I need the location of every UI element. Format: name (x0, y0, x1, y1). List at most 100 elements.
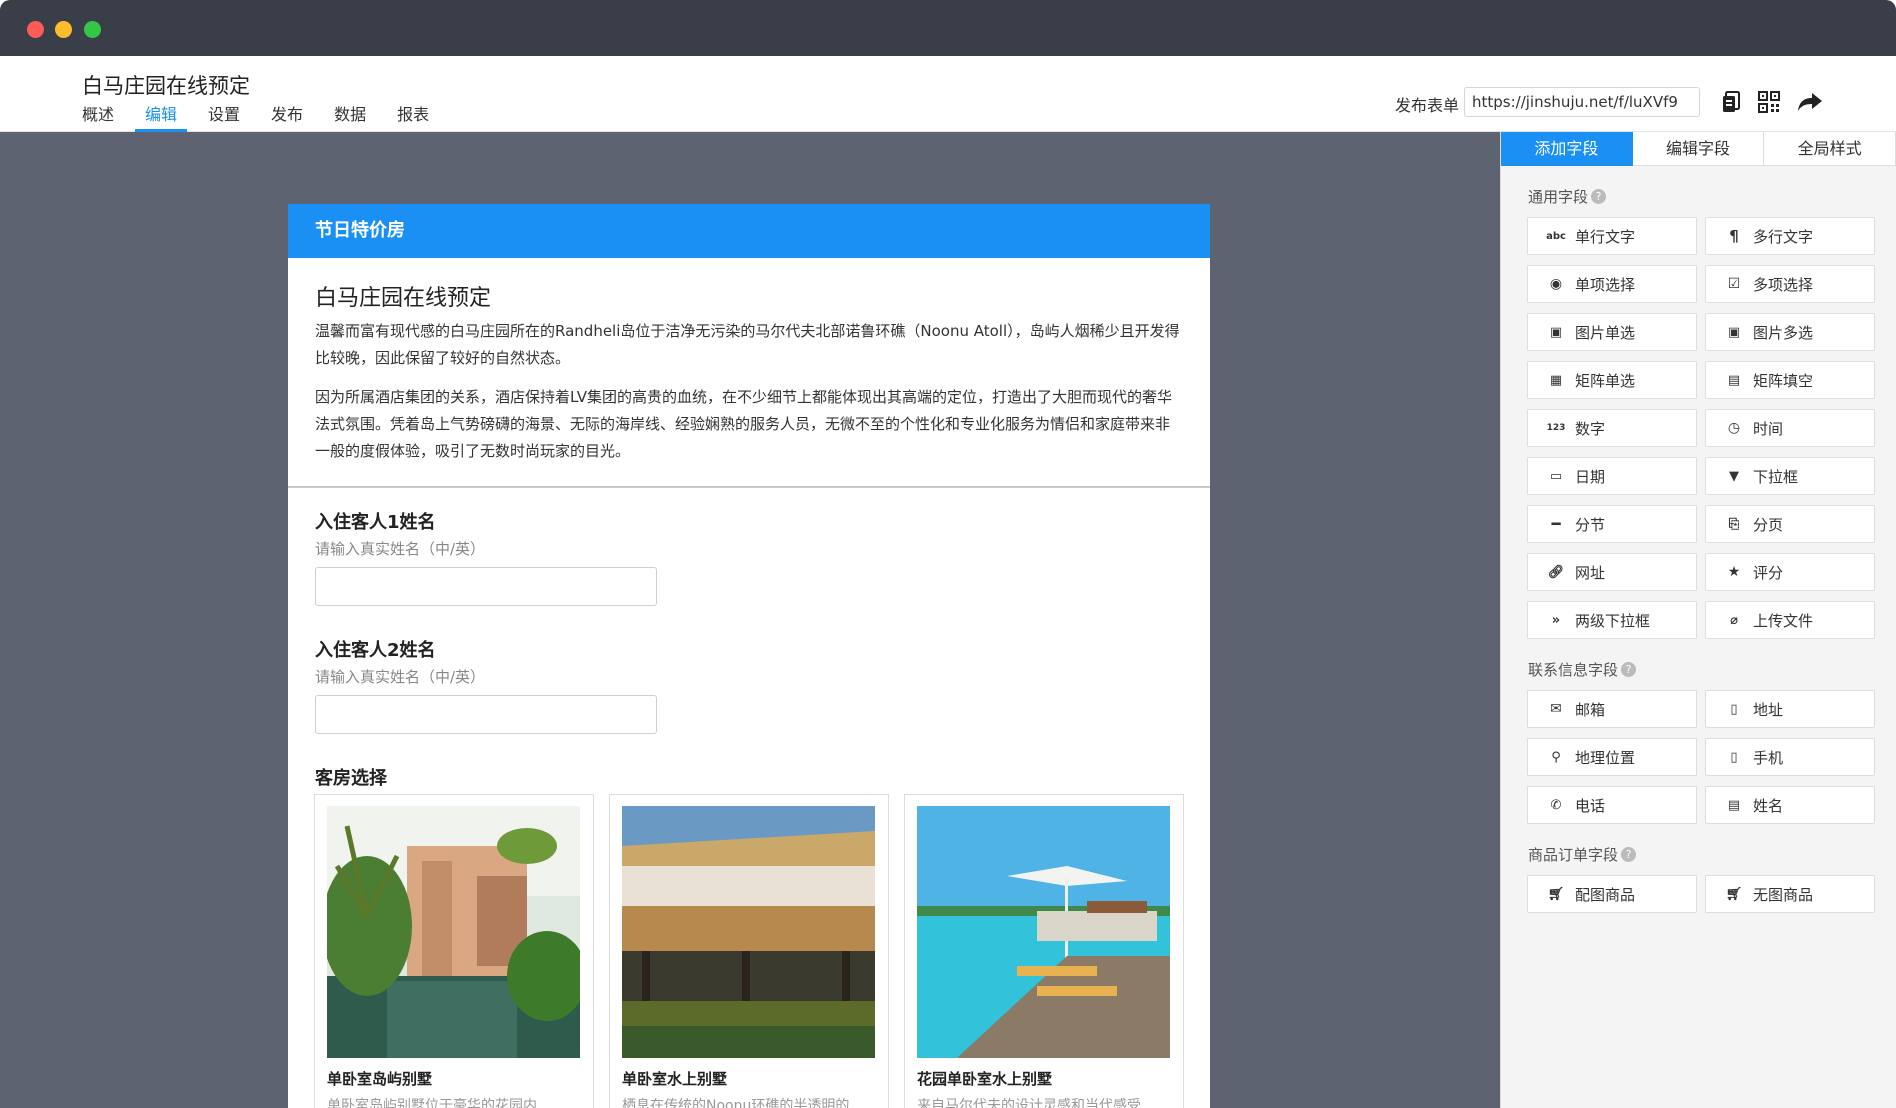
field-button-number[interactable]: 123 数字 (1527, 409, 1697, 447)
form-divider (288, 486, 1210, 488)
field-button-single-line-text[interactable]: abc 单行文字 (1527, 217, 1697, 255)
room-photo-garden-water-villa (917, 806, 1170, 1058)
minimize-window-button[interactable] (55, 21, 72, 38)
nav-overview[interactable]: 概述 (82, 104, 114, 132)
field-button-mobile[interactable]: ▯ 手机 (1705, 738, 1875, 776)
field-button-multi-choice[interactable]: ☑ 多项选择 (1705, 265, 1875, 303)
share-icon[interactable] (1797, 90, 1822, 114)
field-button-multi-line-text[interactable]: ¶ 多行文字 (1705, 217, 1875, 255)
nav-data[interactable]: 数据 (334, 104, 366, 132)
field-button-label: 无图商品 (1753, 885, 1814, 904)
field-button-time[interactable]: ◷ 时间 (1705, 409, 1875, 447)
maximize-window-button[interactable] (84, 21, 101, 38)
field-button-matrix-single[interactable]: ▦ 矩阵单选 (1527, 361, 1697, 399)
help-icon[interactable]: ? (1621, 847, 1637, 862)
room-description: 单卧室岛屿别墅位于豪华的花园内 (327, 1098, 537, 1108)
field-button-label: 地理位置 (1575, 748, 1636, 767)
tab-global-style[interactable]: 全局样式 (1764, 132, 1896, 166)
contact-fields-grid: ✉ 邮箱 ▯ 地址 ⚲ 地理位置 ▯ 手机 ✆ 电话 ▤ 姓名 (1527, 690, 1896, 824)
field-button-phone[interactable]: ✆ 电话 (1527, 786, 1697, 824)
page-break-icon: ⎘ (1728, 516, 1740, 532)
main-nav: 概述 编辑 设置 发布 数据 报表 (82, 104, 460, 132)
field-button-location[interactable]: ⚲ 地理位置 (1527, 738, 1697, 776)
paperclip-icon: ⌀ (1730, 612, 1738, 628)
field-label: 客房选择 (315, 768, 387, 789)
room-description: 栖息在传统的Noonu环礁的半透明的 (622, 1098, 850, 1108)
section-label: 联系信息字段 (1528, 661, 1619, 679)
envelope-icon: ✉ (1550, 701, 1562, 717)
close-window-button[interactable] (27, 21, 44, 38)
tab-add-field[interactable]: 添加字段 (1501, 132, 1633, 166)
field-button-date[interactable]: ▭ 日期 (1527, 457, 1697, 495)
tab-edit-field[interactable]: 编辑字段 (1632, 132, 1765, 166)
field-button-label: 矩阵单选 (1575, 371, 1636, 390)
field-button-url[interactable]: 🔗︎ 网址 (1527, 553, 1697, 591)
cart-plain-icon: 🛒︎ (1725, 886, 1743, 902)
help-icon[interactable]: ? (1621, 662, 1637, 677)
field-button-section[interactable]: ━ 分节 (1527, 505, 1697, 543)
field-button-label: 日期 (1575, 467, 1606, 486)
field-button-label: 评分 (1753, 563, 1784, 582)
abc-icon: abc (1546, 230, 1566, 242)
form-description-1: 温馨而富有现代感的白马庄园所在的Randheli岛位于洁净无污染的马尔代夫北部诺… (315, 322, 1180, 367)
guest1-name-input[interactable] (315, 567, 657, 606)
form-description-2: 因为所属酒店集团的关系，酒店保持着LV集团的高贵的血统，在不少细节上都能体现出其… (315, 388, 1172, 460)
room-option[interactable]: 花园单卧室水上别墅 来自马尔代夫的设计灵感和当代感受 (904, 794, 1184, 1108)
sidebar-tabs: 添加字段 编辑字段 全局样式 (1501, 132, 1896, 166)
guest2-name-field: 入住客人2姓名 请输入真实姓名（中/英） (315, 636, 657, 734)
field-button-label: 网址 (1575, 563, 1606, 582)
app-header: 白马庄园在线预定 概述 编辑 设置 发布 数据 报表 发布表单 https://… (0, 56, 1896, 132)
field-button-label: 两级下拉框 (1575, 611, 1651, 630)
field-button-address[interactable]: ▯ 地址 (1705, 690, 1875, 728)
radio-icon: ◉ (1549, 276, 1563, 292)
field-button-label: 电话 (1575, 796, 1606, 815)
section-label: 通用字段 (1528, 188, 1589, 206)
field-button-image-multi[interactable]: ▣ 图片多选 (1705, 313, 1875, 351)
room-option[interactable]: 单卧室水上别墅 栖息在传统的Noonu环礁的半透明的 (609, 794, 889, 1108)
qrcode-icon[interactable] (1757, 90, 1781, 114)
field-button-label: 下拉框 (1753, 467, 1799, 486)
help-icon[interactable]: ? (1591, 189, 1607, 204)
room-option[interactable]: 单卧室岛屿别墅 单卧室岛屿别墅位于豪华的花园内 (314, 794, 594, 1108)
field-button-product-with-image[interactable]: 🛒︎ 配图商品 (1527, 875, 1697, 913)
field-button-single-choice[interactable]: ◉ 单项选择 (1527, 265, 1697, 303)
nav-reports[interactable]: 报表 (397, 104, 429, 132)
field-button-page-break[interactable]: ⎘ 分页 (1705, 505, 1875, 543)
field-button-label: 多项选择 (1753, 275, 1814, 294)
star-icon: ★ (1727, 564, 1741, 580)
field-button-upload[interactable]: ⌀ 上传文件 (1705, 601, 1875, 639)
cart-icon: 🛒︎ (1547, 886, 1565, 902)
publish-form-label: 发布表单 (1395, 96, 1460, 115)
calendar-icon: ▭ (1549, 468, 1563, 484)
form-canvas: 节日特价房 白马庄园在线预定 温馨而富有现代感的白马庄园所在的Randheli岛… (0, 132, 1500, 1108)
guest2-name-input[interactable] (315, 695, 657, 734)
publish-url-field[interactable]: https://jinshuju.net/f/luXVf9 (1464, 87, 1700, 117)
matrix-fill-icon: ▤ (1727, 372, 1741, 388)
nav-edit[interactable]: 编辑 (135, 104, 188, 132)
image-checkbox-icon: ▣ (1727, 324, 1741, 340)
field-button-matrix-fill[interactable]: ▤ 矩阵填空 (1705, 361, 1875, 399)
form-preview: 节日特价房 白马庄园在线预定 温馨而富有现代感的白马庄园所在的Randheli岛… (288, 204, 1210, 1108)
field-button-dropdown[interactable]: ▼ 下拉框 (1705, 457, 1875, 495)
field-button-label: 时间 (1753, 419, 1784, 438)
dropdown-icon: ▼ (1729, 468, 1739, 484)
guest1-name-field: 入住客人1姓名 请输入真实姓名（中/英） (315, 508, 657, 606)
clock-icon: ◷ (1727, 420, 1741, 436)
field-button-product-no-image[interactable]: 🛒︎ 无图商品 (1705, 875, 1875, 913)
field-label: 入住客人1姓名 (315, 512, 436, 533)
field-button-name[interactable]: ▤ 姓名 (1705, 786, 1875, 824)
field-button-email[interactable]: ✉ 邮箱 (1527, 690, 1697, 728)
field-button-label: 图片单选 (1575, 323, 1636, 342)
field-button-image-single[interactable]: ▣ 图片单选 (1527, 313, 1697, 351)
nav-settings[interactable]: 设置 (208, 104, 240, 132)
nav-publish[interactable]: 发布 (271, 104, 303, 132)
section-product-fields: 商品订单字段 ? (1528, 844, 1896, 865)
room-name: 花园单卧室水上别墅 (917, 1070, 1053, 1088)
copy-icon[interactable] (1720, 90, 1744, 114)
field-button-rating[interactable]: ★ 评分 (1705, 553, 1875, 591)
double-chevron-icon: » (1551, 612, 1561, 628)
field-button-cascade-dropdown[interactable]: » 两级下拉框 (1527, 601, 1697, 639)
building-icon: ▯ (1730, 701, 1738, 717)
matrix-icon: ▦ (1549, 372, 1563, 388)
mobile-icon: ▯ (1730, 749, 1738, 765)
